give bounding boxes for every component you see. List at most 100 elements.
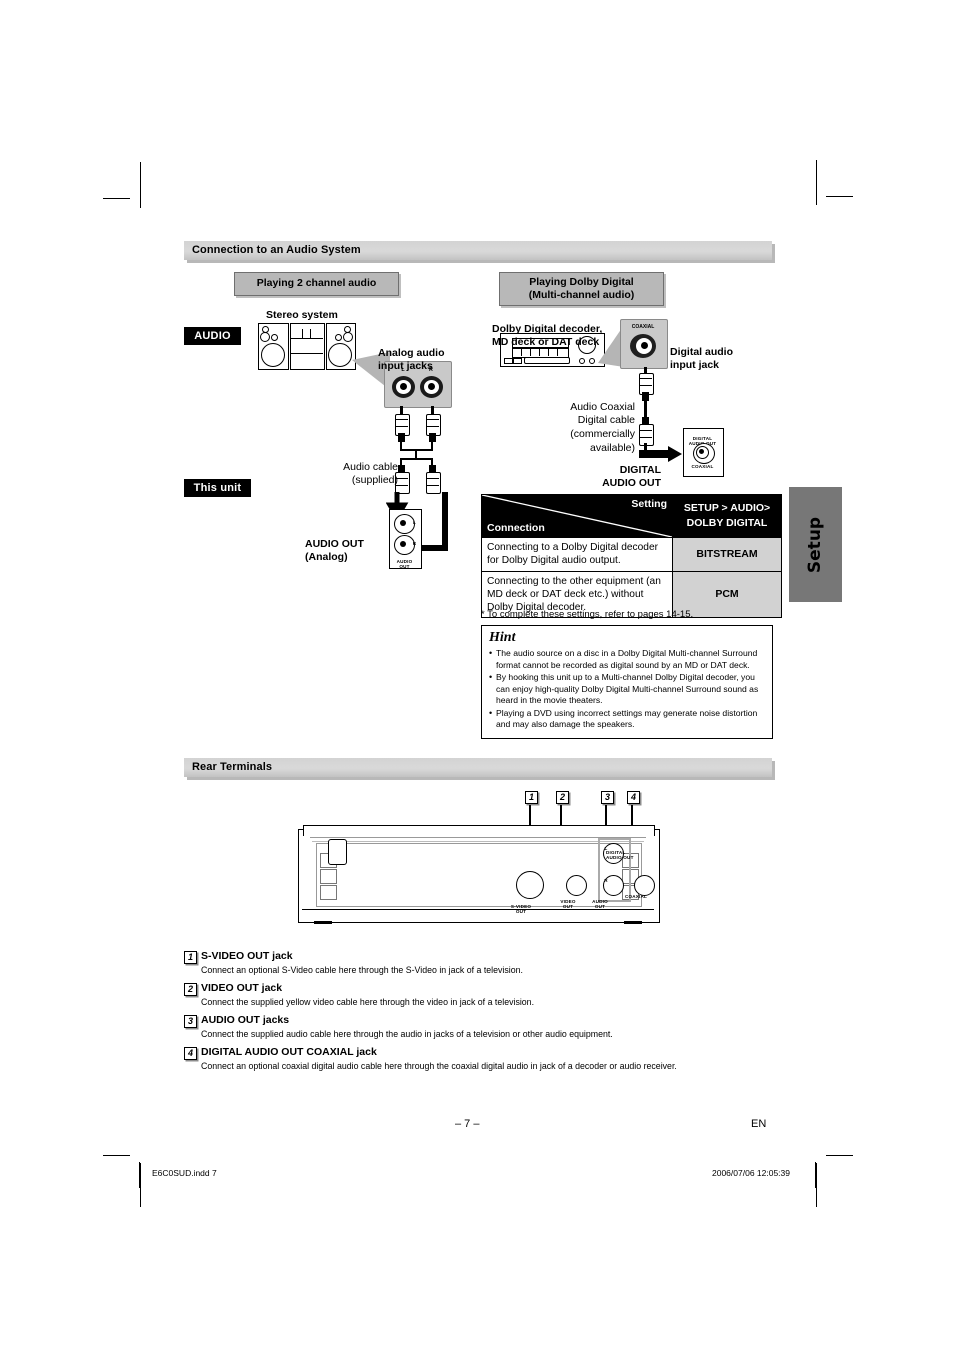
footer-divider-right [815, 1162, 816, 1188]
rear-label-svideo-text: S-VIDEO OUT [510, 904, 532, 915]
crop-mark-top-left-vertical [140, 162, 141, 208]
hint-item: The audio source on a disc in a Dolby Di… [489, 647, 765, 671]
hint-item: By hooking this unit up to a Multi-chann… [489, 671, 765, 707]
stereo-system-label-text: Stereo system [266, 309, 338, 321]
crop-mark-bottom-right-vertical [816, 1163, 817, 1207]
coaxial-cable-label: Audio Coaxial Digital cable (commerciall… [549, 387, 635, 455]
unit-audio-out-label-r: R [412, 541, 417, 546]
side-tab-setup: Setup [789, 487, 842, 602]
tag-this-unit: This unit [184, 479, 251, 497]
side-tab-setup-label: Setup [805, 516, 826, 573]
analog-jack-r [420, 376, 443, 398]
section-header-audio-system: Connection to an Audio System [184, 241, 772, 260]
subheader-playing-dolby-digital: Playing Dolby Digital (Multi-channel aud… [499, 272, 664, 306]
list-title-1: S-VIDEO OUT jack [201, 950, 293, 962]
digital-audio-input-jack-label: Digital audio input jack [670, 333, 770, 372]
subheader-playing-2-channel-audio-label: Playing 2 channel audio [256, 277, 377, 290]
digital-audio-out-label: DIGITAL AUDIO OUT [586, 451, 661, 490]
footer-divider-left [139, 1162, 140, 1188]
analog-audio-input-jacks-text: Analog audio input jacks [378, 347, 445, 373]
subheader-playing-2-channel-audio: Playing 2 channel audio [234, 272, 399, 296]
coaxial-tag-label: COAXIAL [631, 324, 655, 330]
callout-number-1: 1 [525, 791, 538, 804]
tag-this-unit-label: This unit [193, 482, 242, 494]
subheader-playing-dolby-digital-label: Playing Dolby Digital (Multi-channel aud… [528, 275, 635, 301]
hint-list: The audio source on a disc in a Dolby Di… [489, 647, 765, 731]
dolby-decoder-illustration [500, 333, 605, 367]
list-number-3: 3 [184, 1015, 197, 1028]
stereo-system-label: Stereo system [266, 309, 376, 322]
list-title-4: DIGITAL AUDIO OUT COAXIAL jack [201, 1046, 377, 1058]
table-cell-value: BITSTREAM [672, 537, 782, 572]
list-desc-4: Connect an optional coaxial digital audi… [201, 1061, 677, 1071]
rear-label-audio-text: AUDIO OUT [592, 899, 608, 910]
list-title-3: AUDIO OUT jacks [201, 1014, 290, 1026]
digital-audio-out-label-text: DIGITAL AUDIO OUT [602, 464, 661, 490]
list-desc-3: Connect the supplied audio cable here th… [201, 1029, 613, 1039]
audio-out-analog-label-text: AUDIO OUT (Analog) [305, 538, 364, 564]
coaxial-cable-illustration [636, 367, 656, 452]
rear-label-audio-l: L [604, 846, 608, 851]
list-number-2: 2 [184, 983, 197, 996]
tag-audio-label: AUDIO [194, 330, 231, 342]
unit-audio-out-caption: AUDIO OUT [389, 554, 420, 569]
list-number-4: 4 [184, 1047, 197, 1060]
table-corner-cell: Setting Connection [481, 494, 673, 538]
list-title-2: VIDEO OUT jack [201, 982, 283, 994]
rear-label-digital-text: DIGITAL AUDIO OUT [606, 850, 634, 861]
unit-digital-audio-out-jack [693, 443, 715, 464]
indesign-timestamp: 2006/07/06 12:05:39 [712, 1168, 790, 1178]
indesign-filename: E6C0SUD.indd 7 [152, 1168, 217, 1178]
rear-label-svideo: S-VIDEO OUT [499, 899, 543, 914]
rear-label-coaxial: COAXIAL [615, 894, 657, 899]
language-code: EN [751, 1118, 767, 1130]
audio-cable-label-text: Audio cable (supplied) [343, 460, 398, 487]
list-number-1: 1 [184, 951, 197, 964]
callout-number-3: 3 [601, 791, 614, 804]
table-header-row: Setting Connection SETUP > AUDIO> DOLBY … [481, 494, 782, 538]
audio-cable-label: Audio cable (supplied) [318, 447, 398, 488]
list-desc-2: Connect the supplied yellow video cable … [201, 997, 535, 1007]
crop-mark-top-right-horizontal [826, 196, 853, 197]
list-desc-1: Connect an optional S-Video cable here t… [201, 965, 523, 975]
callout-number-4: 4 [627, 791, 640, 804]
table-row: Connecting to a Dolby Digital decoder fo… [481, 537, 782, 572]
table-header-setup-audio: SETUP > AUDIO> DOLBY DIGITAL [672, 494, 782, 538]
rear-label-coaxial-text: COAXIAL [624, 894, 648, 899]
crop-mark-top-right-vertical [816, 160, 817, 205]
table-cell-connection: Connecting to a Dolby Digital decoder fo… [481, 537, 673, 572]
stereo-system-illustration [258, 323, 356, 371]
callout-number-2: 2 [556, 791, 569, 804]
table-corner-connection-label: Connection [487, 522, 545, 534]
analog-jack-l [392, 376, 415, 398]
rear-label-video-text: VIDEO OUT [560, 899, 576, 910]
table-header-line1: SETUP > AUDIO> [683, 501, 771, 514]
unit-audio-out-caption-text: AUDIO OUT [396, 559, 413, 570]
unit-digital-audio-out-caption-bottom: COAXIAL [691, 464, 714, 469]
coaxial-input-jack [630, 334, 657, 358]
crop-mark-bottom-left-horizontal [103, 1155, 130, 1156]
hint-title: Hint [489, 630, 516, 645]
hint-item: Playing a DVD using incorrect settings m… [489, 707, 765, 731]
tag-audio: AUDIO [184, 327, 241, 345]
audio-out-analog-label: AUDIO OUT (Analog) [305, 525, 383, 564]
digital-audio-input-jack-text: Digital audio input jack [670, 346, 733, 372]
dolby-settings-table: Setting Connection SETUP > AUDIO> DOLBY … [481, 494, 782, 619]
rear-label-digital: DIGITAL AUDIO OUT [606, 845, 652, 860]
rear-label-audio: AUDIO OUT [583, 894, 617, 909]
rear-label-audio-r: R [604, 878, 608, 883]
analog-audio-input-jacks-label: Analog audio input jacks [378, 334, 478, 373]
rear-label-video: VIDEO OUT [551, 894, 585, 909]
settings-table-footnote: * To complete these settings, refer to p… [481, 609, 694, 620]
hint-box: Hint The audio source on a disc in a Dol… [481, 625, 773, 739]
section-header-rear-terminals-label: Rear Terminals [192, 761, 273, 773]
crop-mark-bottom-right-horizontal [826, 1155, 853, 1156]
table-corner-setting-label: Setting [631, 498, 667, 510]
page-number: – 7 – [455, 1118, 480, 1130]
table-header-line2: DOLBY DIGITAL [686, 517, 768, 529]
coaxial-cable-label-text: Audio Coaxial Digital cable (commerciall… [570, 400, 635, 454]
section-header-rear-terminals: Rear Terminals [184, 758, 772, 777]
crop-mark-bottom-left-vertical [140, 1163, 141, 1207]
crop-mark-top-left-horizontal [103, 198, 130, 199]
unit-audio-out-label-l: L [412, 520, 416, 525]
